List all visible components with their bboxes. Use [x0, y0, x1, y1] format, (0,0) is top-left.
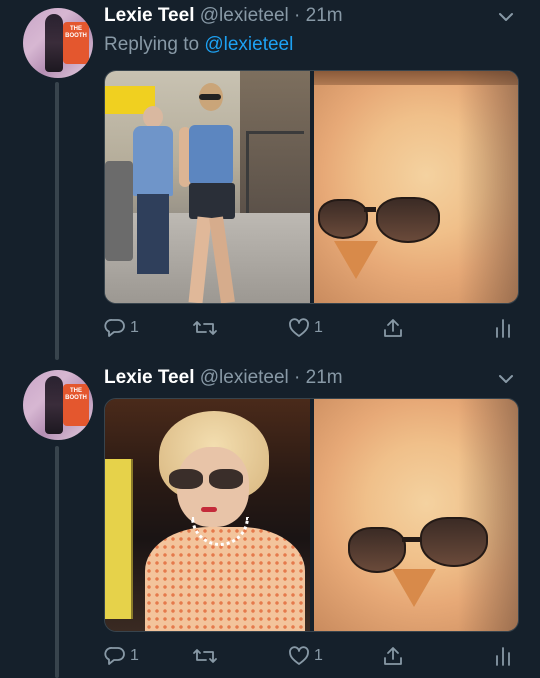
analytics-button[interactable]	[494, 644, 512, 668]
tweet-actions: 1 1	[104, 316, 517, 340]
like-count: 1	[314, 319, 323, 336]
reply-count: 1	[130, 319, 139, 336]
user-handle[interactable]: @lexieteel	[200, 5, 289, 26]
retweet-icon	[193, 649, 217, 663]
share-button[interactable]	[382, 644, 404, 668]
analytics-button[interactable]	[494, 316, 512, 340]
like-button[interactable]: 1	[288, 644, 323, 668]
like-count: 1	[314, 647, 323, 664]
reply-button[interactable]: 1	[104, 644, 139, 668]
timestamp[interactable]: · 21m	[294, 5, 343, 26]
analytics-icon	[496, 319, 510, 338]
chevron-down-icon[interactable]	[497, 370, 515, 388]
reply-icon	[104, 319, 125, 337]
reply-icon	[104, 647, 125, 665]
tweet-media[interactable]	[104, 70, 519, 304]
like-button[interactable]: 1	[288, 316, 323, 340]
avatar[interactable]: THE BOOTH	[23, 370, 93, 440]
chevron-down-icon[interactable]	[497, 8, 515, 26]
replying-to: Replying to @lexieteel	[104, 34, 293, 56]
photo-chick-sunglasses[interactable]	[313, 71, 518, 303]
retweet-icon	[193, 321, 217, 335]
like-icon	[289, 318, 309, 337]
photo-woman-sunglasses[interactable]	[105, 399, 310, 631]
timestamp[interactable]: · 21m	[294, 367, 343, 388]
user-handle[interactable]: @lexieteel	[200, 367, 289, 388]
share-icon	[384, 647, 402, 665]
share-button[interactable]	[382, 316, 404, 340]
replying-to-link[interactable]: @lexieteel	[204, 34, 293, 55]
photo-chick-sunglasses[interactable]	[313, 399, 518, 631]
analytics-icon	[496, 647, 510, 666]
tweet-actions: 1 1	[104, 644, 517, 668]
reply-button[interactable]: 1	[104, 316, 139, 340]
share-icon	[384, 319, 402, 337]
reply-count: 1	[130, 647, 139, 664]
avatar-booth-text: THE BOOTH	[65, 388, 87, 401]
tweet-media[interactable]	[104, 398, 519, 632]
replying-label: Replying to	[104, 34, 200, 55]
display-name[interactable]: Lexie Teel	[104, 367, 194, 388]
display-name[interactable]: Lexie Teel	[104, 5, 194, 26]
like-icon	[289, 646, 309, 665]
photo-street[interactable]	[105, 71, 310, 303]
tweet-header: Lexie Teel @lexieteel · 21m	[104, 367, 343, 389]
tweet[interactable]: THE BOOTH Lexie Teel @lexieteel · 21m Re…	[0, 0, 540, 360]
tweet-header: Lexie Teel @lexieteel · 21m	[104, 5, 343, 27]
avatar-booth-text: THE BOOTH	[65, 26, 87, 39]
tweet[interactable]: THE BOOTH Lexie Teel @lexieteel · 21m 1 …	[0, 362, 540, 678]
retweet-button[interactable]	[192, 644, 218, 668]
avatar[interactable]: THE BOOTH	[23, 8, 93, 78]
retweet-button[interactable]	[192, 316, 218, 340]
